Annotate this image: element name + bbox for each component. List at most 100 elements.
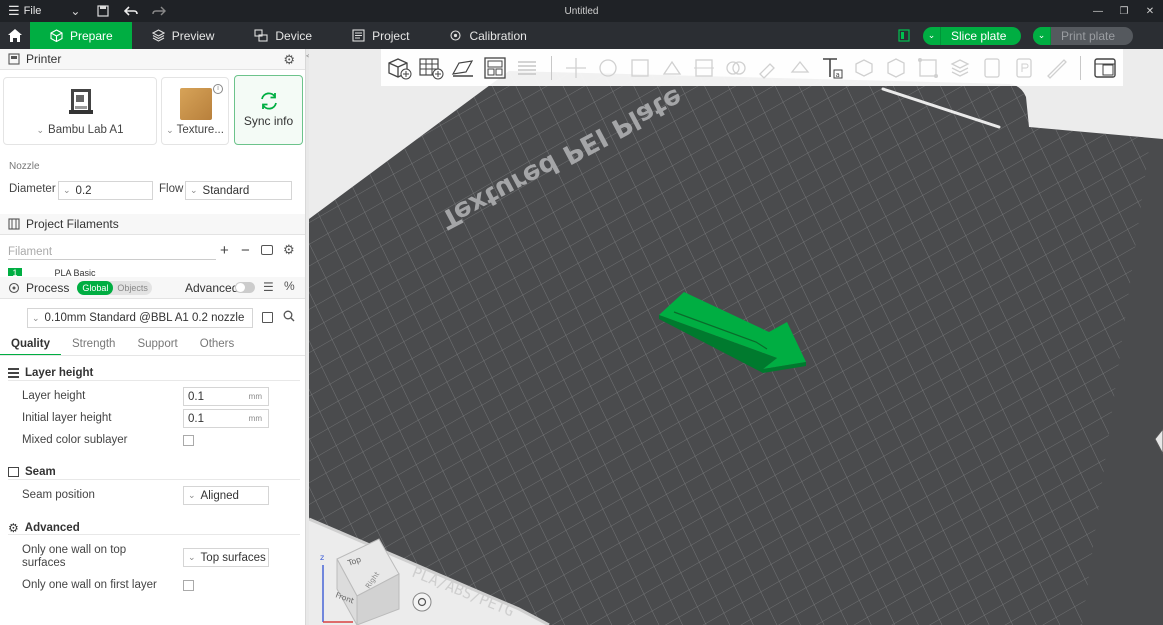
file-menu[interactable]: ☰ File [8,3,41,19]
plate-name: ⌄ Texture... [166,124,224,136]
layer-height-label: Layer height [22,390,86,402]
tab-prepare[interactable]: Prepare [30,22,132,49]
build-plate-scene[interactable]: Textured PEI Plate PLA/ABS/PETG Top Fron… [309,49,1163,625]
info-icon[interactable]: i [213,84,223,94]
tab-project[interactable]: Project [332,22,429,49]
seam-icon [8,467,19,477]
tab-others[interactable]: Others [189,338,246,356]
mixed-color-sublayer-label: Mixed color sublayer [22,434,128,446]
slice-plate-label: Slice plate [951,28,1007,43]
remove-filament-icon[interactable]: − [241,242,250,259]
home-button[interactable] [0,22,30,49]
add-object-icon[interactable] [385,54,413,82]
process-icon [8,282,20,293]
ruler-icon[interactable] [1042,54,1070,82]
svg-text:a: a [836,71,840,79]
printer-card[interactable]: ⌄ Bambu Lab A1 [3,77,157,145]
layer-height-group: Layer height [8,367,93,379]
variable-layer-icon[interactable] [946,54,974,82]
auto-orient-icon[interactable] [449,54,477,82]
3d-viewport[interactable]: Textured PEI Plate PLA/ABS/PETG Top Fron… [309,49,1163,625]
toolbar-separator [551,55,552,80]
filament-index-badge: 1 [8,268,22,276]
minimize-icon[interactable]: — [1085,0,1111,22]
seam-position-select[interactable]: ⌄ Aligned [183,486,269,505]
support-paint-icon[interactable] [754,54,782,82]
undo-icon[interactable] [121,0,141,22]
global-objects-toggle[interactable]: Global Objects [77,280,152,295]
move-icon[interactable] [562,54,590,82]
layer-height-input[interactable]: 0.1 mm [183,387,269,406]
tab-quality[interactable]: Quality [0,338,61,356]
chevron-down-icon: ⌄ [188,552,196,562]
only-one-wall-first-layer-checkbox[interactable] [183,580,194,591]
rotate-icon[interactable] [594,54,622,82]
filaments-section-title: Project Filaments [26,217,119,231]
advanced-group-title: Advanced [24,522,80,534]
toggle-global[interactable]: Global [77,280,114,295]
settings-panel: Printer ⚙ ⌄ Bambu Lab A1 i ⌄ Texture... Sy… [0,49,306,625]
slice-dropdown-chevron-icon[interactable]: ⌄ [923,26,941,45]
maximize-icon[interactable]: ❐ [1111,0,1137,22]
assembly-icon[interactable] [914,54,942,82]
seam-paint-icon[interactable] [786,54,814,82]
view-panel-icon[interactable] [1091,54,1119,82]
plate-settings-icon[interactable] [897,29,911,43]
only-one-wall-top-label: Only one wall on top surfaces [22,544,127,569]
only-one-wall-first-layer-label: Only one wall on first layer [22,579,157,591]
slice-plate-button[interactable]: ⌄ Slice plate [923,26,1021,45]
add-filament-icon[interactable]: + [220,242,229,259]
list-view-icon[interactable]: ☰ [263,280,274,294]
initial-layer-height-input[interactable]: 0.1 mm [183,409,269,428]
object-toolbar: a [381,49,1123,86]
close-icon[interactable]: ✕ [1137,0,1163,22]
toggle-objects[interactable]: Objects [113,281,152,295]
plate-card[interactable]: i ⌄ Texture... [161,77,229,145]
mesh-boolean-icon[interactable] [722,54,750,82]
filament-sync-icon[interactable] [261,245,273,255]
printer-3d-icon [69,89,93,114]
tab-preview[interactable]: Preview [132,22,235,49]
nozzle-label: Nozzle [9,161,40,172]
plate-p-icon[interactable] [1010,54,1038,82]
search-icon[interactable] [283,310,295,325]
chevron-down-icon: ⌄ [32,312,40,323]
tab-calibration[interactable]: Calibration [429,22,546,49]
add-plate-icon[interactable] [417,54,445,82]
diameter-select[interactable]: ⌄ 0.2 [58,181,153,200]
advanced-toggle[interactable] [235,282,255,293]
sync-info-button[interactable]: Sync info [234,75,303,145]
mixed-color-sublayer-checkbox[interactable] [183,435,194,446]
arrange-icon[interactable] [481,54,509,82]
process-tabs: Quality Strength Support Others [0,338,305,356]
printer-settings-gear-icon[interactable]: ⚙ [283,52,295,68]
print-plate-label: Print plate [1061,28,1116,43]
redo-icon[interactable] [149,0,169,22]
save-icon[interactable] [93,0,113,22]
chevron-down-icon[interactable]: ⌄ [65,0,85,22]
print-plate-button[interactable]: ⌄ Print plate [1033,26,1133,45]
print-dropdown-chevron-icon[interactable]: ⌄ [1033,26,1051,45]
filament-search-input[interactable]: Filament [8,244,216,260]
tab-device[interactable]: Device [234,22,332,49]
seam-group: Seam [8,466,56,478]
measure-icon[interactable] [882,54,910,82]
split-layers-icon[interactable] [513,54,541,82]
filament-list-item[interactable]: 1 PLA Basic [8,268,298,276]
cut-icon[interactable] [690,54,718,82]
flow-label: Flow [159,183,184,195]
lay-on-face-icon[interactable] [658,54,686,82]
text-tool-icon[interactable]: a [818,54,846,82]
plate-zero-icon[interactable] [978,54,1006,82]
tab-strength[interactable]: Strength [61,338,126,356]
scale-icon[interactable] [626,54,654,82]
emboss-icon[interactable] [850,54,878,82]
flow-select[interactable]: ⌄ Standard [185,181,292,200]
tab-support[interactable]: Support [126,338,188,356]
compare-icon[interactable]: % [284,279,295,293]
process-preset-select[interactable]: ⌄ 0.10mm Standard @BBL A1 0.2 nozzle [27,308,253,328]
filament-settings-gear-icon[interactable]: ⚙ [283,242,295,258]
camera-reset-icon[interactable] [412,592,432,612]
only-one-wall-top-select[interactable]: ⌄ Top surfaces [183,548,269,567]
save-preset-icon[interactable] [262,312,273,323]
